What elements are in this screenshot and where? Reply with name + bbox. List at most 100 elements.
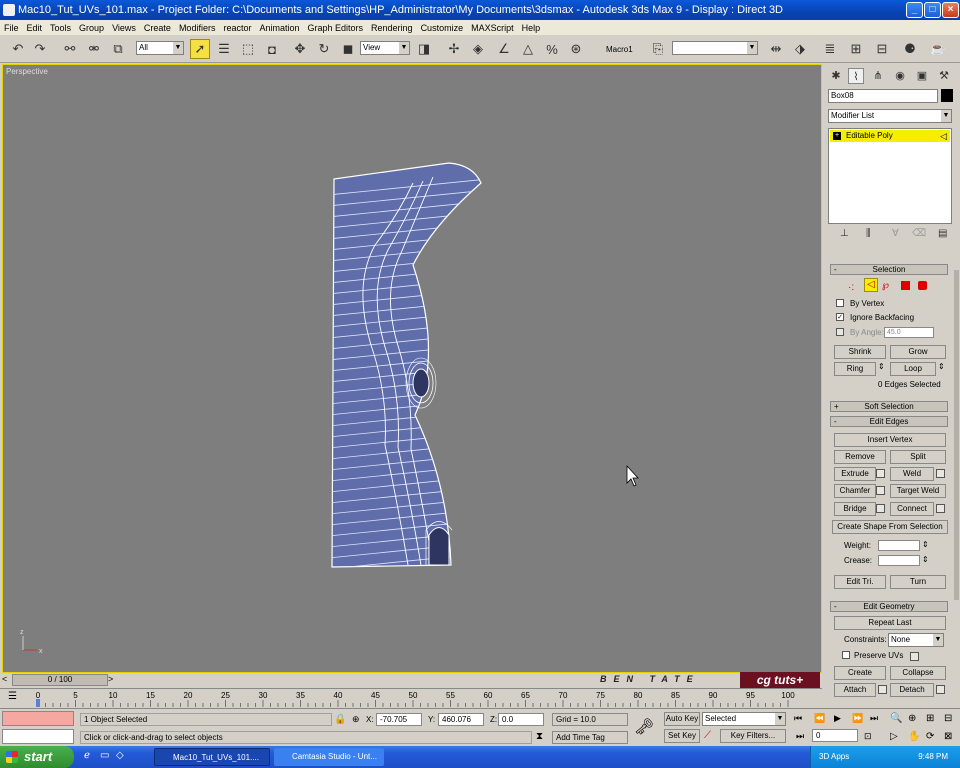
weld-button[interactable]: Weld xyxy=(890,467,934,481)
create-shape-button[interactable]: Create Shape From Selection xyxy=(832,520,948,534)
selection-filter-dropdown[interactable]: All ▼ xyxy=(136,41,184,55)
repeat-last-button[interactable]: Repeat Last xyxy=(834,616,946,630)
ignore-backfacing-checkbox[interactable]: ✓ xyxy=(836,313,844,321)
undo-icon[interactable]: ↶ xyxy=(8,39,28,59)
display-tab-icon[interactable]: ▣ xyxy=(914,68,930,84)
redo-icon[interactable]: ↷ xyxy=(30,39,50,59)
menu-help[interactable]: Help xyxy=(522,23,541,33)
edit-tri-button[interactable]: Edit Tri. xyxy=(834,575,886,589)
z-coordinate-field[interactable]: 0.0 xyxy=(498,713,544,726)
angle-spinner[interactable]: 45.0 xyxy=(884,327,934,338)
extrude-settings-icon[interactable] xyxy=(876,469,885,478)
remove-modifier-icon[interactable]: ⌫ xyxy=(912,228,926,239)
stack-item-editable-poly[interactable]: + Editable Poly ◁ xyxy=(830,130,950,142)
play-icon[interactable]: ▶ xyxy=(834,713,841,724)
previous-key-icon[interactable]: ⏪ xyxy=(814,713,825,724)
angle-snap-icon[interactable]: △ xyxy=(518,39,538,59)
layer-manager-icon[interactable]: ≣ xyxy=(820,39,840,59)
menu-rendering[interactable]: Rendering xyxy=(371,23,413,33)
ring-spinner-arrows[interactable]: ⇕ xyxy=(878,362,885,371)
attach-button[interactable]: Attach xyxy=(834,683,876,697)
pan-icon[interactable]: ✋ xyxy=(908,731,920,742)
auto-key-button[interactable]: Auto Key xyxy=(664,712,700,726)
object-name-field[interactable]: Box08 xyxy=(828,89,938,103)
polygon-subobject-icon[interactable] xyxy=(901,281,910,290)
track-bar[interactable]: ☰ 0 5 10 15 20 25 30 35 40 45 50 55 60 65 70 75 80 85 90 95… xyxy=(0,688,822,708)
x-coordinate-field[interactable]: -70.705 xyxy=(376,713,422,726)
material-editor-icon[interactable]: ⚈ xyxy=(900,39,920,59)
weight-spinner[interactable] xyxy=(878,540,920,551)
collapse-button[interactable]: Collapse xyxy=(890,666,946,680)
key-mode-icon[interactable]: ⟋ xyxy=(704,730,711,741)
object-color-swatch[interactable] xyxy=(941,89,953,102)
perspective-viewport[interactable]: Perspective z x xyxy=(2,64,822,673)
utilities-tab-icon[interactable]: ⚒ xyxy=(936,68,952,84)
ring-button[interactable]: Ring xyxy=(834,362,876,376)
start-button[interactable]: start xyxy=(0,746,74,768)
zoom-all-icon[interactable]: ⊕ xyxy=(908,713,916,724)
edit-named-selection-icon[interactable]: ⎘ xyxy=(648,39,668,59)
time-slider[interactable]: 0 / 100 xyxy=(12,674,108,686)
quick-launch-ie-icon[interactable]: ℯ xyxy=(84,750,90,761)
next-key-icon[interactable]: ⏩ xyxy=(852,713,863,724)
taskbar-item-3dsmax[interactable]: Mac10_Tut_UVs_101.... xyxy=(154,748,270,766)
bind-space-warp-icon[interactable]: ⧉ xyxy=(108,39,128,59)
taskbar-item-camtasia[interactable]: Camtasia Studio - Unt... xyxy=(274,748,384,766)
shrink-button[interactable]: Shrink xyxy=(834,345,886,359)
quick-launch-desktop-icon[interactable]: ▭ xyxy=(100,750,109,761)
menu-edit[interactable]: Edit xyxy=(27,23,43,33)
zoom-extents-all-icon[interactable]: ⊟ xyxy=(944,713,952,724)
pivot-center-icon[interactable]: ◨ xyxy=(414,39,434,59)
create-button[interactable]: Create xyxy=(834,666,886,680)
field-of-view-icon[interactable]: ▷ xyxy=(890,731,898,742)
menu-modifiers[interactable]: Modifiers xyxy=(179,23,216,33)
modifier-list-dropdown[interactable]: Modifier List ▼ xyxy=(828,109,952,123)
vertex-subobject-icon[interactable]: ·: xyxy=(848,282,854,293)
orbit-icon[interactable]: ⟳ xyxy=(926,731,934,742)
menu-animation[interactable]: Animation xyxy=(259,23,299,33)
scale-icon[interactable]: ◼ xyxy=(338,39,358,59)
next-frame-icon[interactable]: > xyxy=(108,674,113,684)
grow-button[interactable]: Grow xyxy=(890,345,946,359)
edit-edges-rollout-header[interactable]: - Edit Edges xyxy=(830,416,948,427)
preserve-uvs-settings-icon[interactable] xyxy=(910,652,919,661)
connect-button[interactable]: Connect xyxy=(890,502,934,516)
bridge-button[interactable]: Bridge xyxy=(834,502,876,516)
pin-stack-icon[interactable]: ⊥ xyxy=(840,228,849,239)
key-mode-toggle-icon[interactable]: ⏭ xyxy=(796,731,804,742)
go-to-start-icon[interactable]: ⏮ xyxy=(794,713,802,724)
command-panel-scrollbar[interactable] xyxy=(954,270,959,600)
detach-settings-icon[interactable] xyxy=(936,685,945,694)
key-filters-button[interactable]: Key Filters... xyxy=(720,729,786,743)
bridge-settings-icon[interactable] xyxy=(876,504,885,513)
constraints-dropdown[interactable]: None ▼ xyxy=(888,633,944,647)
selection-rollout-header[interactable]: - Selection xyxy=(830,264,948,275)
menu-create[interactable]: Create xyxy=(144,23,171,33)
lock-selection-icon[interactable]: 🔒 xyxy=(334,714,346,725)
macro-label[interactable]: Macro1 xyxy=(606,45,633,54)
select-manipulate-icon[interactable]: ✢ xyxy=(444,39,464,59)
app-icon[interactable] xyxy=(3,4,15,16)
align-icon[interactable]: ⬗ xyxy=(790,39,810,59)
zoom-extents-icon[interactable]: ⊞ xyxy=(926,713,934,724)
current-frame-field[interactable]: 0 xyxy=(812,729,858,742)
rotate-icon[interactable]: ↻ xyxy=(314,39,334,59)
maxscript-listener-mini[interactable] xyxy=(2,711,74,726)
y-coordinate-field[interactable]: 460.076 xyxy=(438,713,484,726)
menu-customize[interactable]: Customize xyxy=(421,23,464,33)
chamfer-settings-icon[interactable] xyxy=(876,486,885,495)
absolute-relative-toggle-icon[interactable]: ⊕ xyxy=(352,714,360,725)
insert-vertex-button[interactable]: Insert Vertex xyxy=(834,433,946,447)
menu-reactor[interactable]: reactor xyxy=(223,23,251,33)
make-unique-icon[interactable]: ∀ xyxy=(892,228,899,239)
key-selection-dropdown[interactable]: Selected ▼ xyxy=(702,712,786,726)
move-icon[interactable]: ✥ xyxy=(290,39,310,59)
show-end-result-icon[interactable]: ⫼ xyxy=(866,228,871,239)
menu-file[interactable]: File xyxy=(4,23,19,33)
remove-button[interactable]: Remove xyxy=(834,450,886,464)
mesh-object[interactable]: z x xyxy=(3,65,821,672)
crease-spinner-arrows[interactable]: ⇕ xyxy=(922,555,929,564)
create-tab-icon[interactable]: ✱ xyxy=(828,68,844,84)
menu-views[interactable]: Views xyxy=(112,23,136,33)
reference-coordinate-dropdown[interactable]: View ▼ xyxy=(360,41,410,55)
